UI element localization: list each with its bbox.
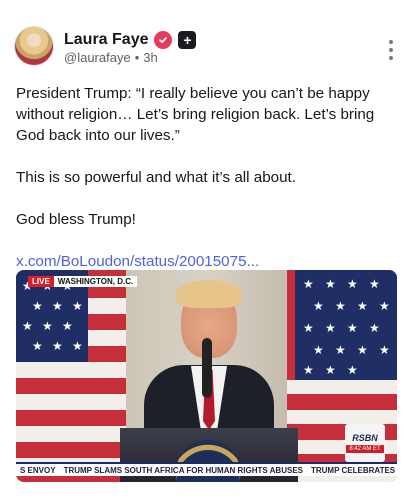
post-time[interactable]: 3h xyxy=(143,50,157,65)
svg-text:★: ★ xyxy=(325,363,336,377)
us-flag-left: ★★★ ★★★ ★★★ ★★★ xyxy=(16,270,126,482)
post-paragraph: President Trump: “I really believe you c… xyxy=(16,85,375,144)
svg-text:★: ★ xyxy=(325,321,336,335)
svg-text:★: ★ xyxy=(347,277,358,291)
svg-text:★: ★ xyxy=(347,363,358,377)
post-link[interactable]: x.com/BoLoudon/status/20015075... xyxy=(16,251,398,272)
plus-icon[interactable]: + xyxy=(178,31,197,49)
network-logo: RSBN xyxy=(352,433,378,443)
news-ticker: S ENVOY TRUMP SLAMS SOUTH AFRICA FOR HUM… xyxy=(16,462,397,476)
svg-text:★: ★ xyxy=(335,343,346,357)
post-header: Laura Faye + @laurafaye • 3h xyxy=(14,26,399,70)
svg-text:★: ★ xyxy=(313,299,324,313)
svg-text:★: ★ xyxy=(379,343,390,357)
svg-text:★: ★ xyxy=(357,343,368,357)
svg-text:★: ★ xyxy=(32,339,43,353)
more-vertical-icon[interactable] xyxy=(383,40,399,60)
speaker-hair xyxy=(176,280,242,308)
svg-text:★: ★ xyxy=(303,363,314,377)
svg-text:★: ★ xyxy=(325,277,336,291)
network-bug: RSBN 8:42 AM ET xyxy=(345,424,385,462)
svg-text:★: ★ xyxy=(303,277,314,291)
svg-text:★: ★ xyxy=(42,319,53,333)
ticker-item: S ENVOY xyxy=(20,465,56,475)
author-meta: @laurafaye • 3h xyxy=(64,50,158,65)
author-handle[interactable]: @laurafaye xyxy=(64,50,131,65)
location-label: WASHINGTON, D.C. xyxy=(53,275,138,287)
post-paragraph: This is so powerful and what it’s all ab… xyxy=(16,169,296,186)
svg-text:★: ★ xyxy=(72,339,83,353)
svg-text:★: ★ xyxy=(313,343,324,357)
svg-text:★: ★ xyxy=(62,319,73,333)
svg-text:★: ★ xyxy=(22,319,33,333)
ticker-item: TRUMP SLAMS SOUTH AFRICA FOR HUMAN RIGHT… xyxy=(63,465,303,475)
network-time: 8:42 AM ET xyxy=(346,445,384,453)
svg-text:★: ★ xyxy=(379,299,390,313)
svg-text:★: ★ xyxy=(335,299,346,313)
avatar[interactable] xyxy=(14,26,54,66)
svg-text:★: ★ xyxy=(369,277,380,291)
svg-text:★: ★ xyxy=(303,321,314,335)
post-paragraph: God bless Trump! xyxy=(16,211,136,228)
svg-text:★: ★ xyxy=(52,299,63,313)
svg-text:★: ★ xyxy=(32,299,43,313)
microphone xyxy=(202,338,212,398)
verified-badge-icon xyxy=(154,31,173,49)
author-display-name[interactable]: Laura Faye xyxy=(64,31,148,49)
video-player[interactable]: ★★★ ★★★ ★★★ ★★★ ★★★★ ★★★★ ★★★★ ★★★★ ★★★ … xyxy=(16,270,397,482)
svg-text:★: ★ xyxy=(52,339,63,353)
meta-separator: • xyxy=(134,50,140,65)
post-body: President Trump: “I really believe you c… xyxy=(16,83,398,272)
svg-text:★: ★ xyxy=(357,299,368,313)
author-name-row: Laura Faye + xyxy=(64,30,197,50)
ticker-item: TRUMP CELEBRATES R xyxy=(310,465,397,475)
live-label: LIVE xyxy=(28,275,54,287)
svg-text:★: ★ xyxy=(347,321,358,335)
live-indicator: LIVE WASHINGTON, D.C. xyxy=(28,275,138,287)
svg-text:★: ★ xyxy=(369,321,380,335)
svg-text:★: ★ xyxy=(72,299,83,313)
